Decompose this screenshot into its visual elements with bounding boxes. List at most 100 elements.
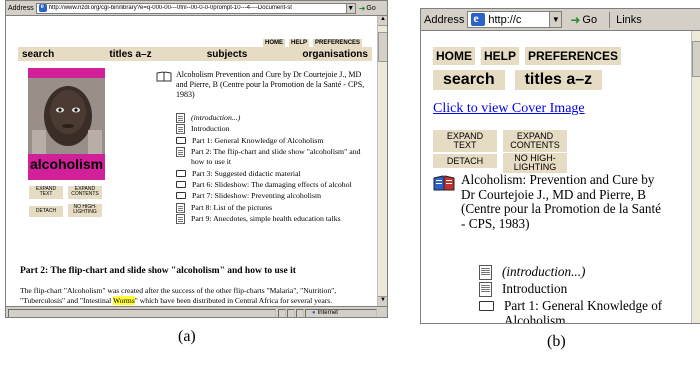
expand-text-button-b[interactable]: EXPAND TEXT [433,130,497,152]
toc-item-label: Part 2: The flip-chart and slide show "a… [191,147,361,167]
top-links-b: HOME HELP PREFERENCES [433,47,622,65]
book-title-b: Alcoholism: Prevention and Cure by Dr Co… [461,172,661,231]
toc-item-label: Part 9: Anecdotes, simple health educati… [191,214,341,224]
help-link[interactable]: HELP [289,39,310,47]
open-book-icon-b [433,175,455,191]
nav-tab-search-b[interactable]: search [433,70,505,90]
scroll-up-arrow[interactable]: ▲ [378,16,387,26]
status-pane-3 [296,308,304,317]
address-bar: Address http://www.nzdl.org/cgi-bin/libr… [6,1,387,16]
go-arrow-icon: ➜ [358,3,366,13]
detach-button[interactable]: DETACH [29,206,63,217]
top-links: HOME HELP PREFERENCES [263,39,363,47]
document-icon [176,113,185,123]
navigation-bar-b: search titles a–z [433,70,603,90]
toc-item[interactable]: Part 7: Slideshow: Preventing alcoholism [176,191,372,201]
cover-image[interactable]: alcoholism [28,68,105,180]
status-bar: ● Internet [6,306,387,317]
search-highlight: Worms [113,296,135,305]
toc-item-label: Part 1: General Knowledge of Alcoholism [192,135,324,145]
toc-item[interactable]: Part 1: General Knowledge of Alcoholism [479,298,689,323]
no-highlighting-line2: LIGHTING [73,209,97,216]
toc-item[interactable]: Introduction [176,124,372,135]
folder-icon [176,169,186,177]
panel-b-screenshot: Address http://c ▼ ➜ Go Links HOME HELP … [420,8,700,324]
navigation-bar: search titles a–z subjects organisations [18,47,372,61]
links-label[interactable]: Links [616,14,642,26]
globe-icon: ● [312,310,316,316]
expand-text-button[interactable]: EXPAND TEXT [29,186,63,199]
address-label: Address [8,4,34,12]
url-field-b[interactable]: http://c ▼ [467,11,563,28]
vertical-scrollbar-b[interactable] [691,31,700,323]
folder-icon [176,136,186,144]
toc-item-label: (introduction...) [191,113,241,122]
toc-item-label: (introduction...) [502,264,586,279]
preferences-link-b[interactable]: PREFERENCES [525,47,622,65]
expand-contents-line2-b: CONTENTS [510,140,560,151]
expand-contents-line2: CONTENTS [71,191,99,198]
no-highlighting-button-b[interactable]: NO HIGH- LIGHTING [503,153,567,173]
toc-item[interactable]: (introduction...) [176,113,372,123]
go-arrow-icon-b: ➜ [570,12,581,27]
detach-button-b[interactable]: DETACH [433,154,497,168]
nav-tab-search[interactable]: search [22,49,54,60]
go-button[interactable]: ➜ Go [359,4,376,13]
url-field[interactable]: http://www.nzdl.org/cgi-bin/library?e=q-… [35,2,356,14]
nav-tab-titles-b[interactable]: titles a–z [514,70,603,90]
toc-item[interactable]: Part 2: The flip-chart and slide show "a… [176,147,372,167]
scroll-thumb-b[interactable] [692,41,700,77]
document-icon [176,124,185,135]
ie-page-icon-b [471,12,486,26]
ie-page-icon [38,4,47,12]
section-heading: Part 2: The flip-chart and slide show "a… [20,266,296,276]
document-icon [176,147,185,158]
url-dropdown-button[interactable]: ▼ [345,3,355,13]
document-icon [176,214,185,225]
caption-a: (a) [178,328,196,345]
preferences-link[interactable]: PREFERENCES [313,39,363,47]
expand-text-line2: TEXT [39,191,53,198]
help-link-b[interactable]: HELP [481,47,520,65]
toc-item-label: Part 3: Suggested didactic material [192,168,301,178]
toc-item[interactable]: Introduction [479,281,689,297]
nav-tab-subjects[interactable]: subjects [207,49,248,60]
status-pane-main [8,308,276,317]
toc-item[interactable]: (introduction...) [479,264,689,280]
expand-text-line2-b: TEXT [453,140,477,151]
document-icon [176,202,185,213]
nav-tab-titles[interactable]: titles a–z [109,49,151,60]
address-label-b: Address [424,13,465,26]
cover-image-link[interactable]: Click to view Cover Image [433,101,585,117]
home-link-b[interactable]: HOME [433,47,475,65]
document-icon [479,282,492,297]
expand-contents-button[interactable]: EXPAND CONTENTS [68,186,102,199]
caption-b: (b) [547,333,566,350]
url-text: http://www.nzdl.org/cgi-bin/library?e=q-… [48,5,292,11]
toc-item[interactable]: Part 1: General Knowledge of Alcoholism [176,136,372,146]
toc-item[interactable]: Part 9: Anecdotes, simple health educati… [176,214,372,225]
go-button-b[interactable]: ➜ Go [570,13,597,27]
home-link[interactable]: HOME [263,39,285,47]
toc-item-label: Part 6: Slideshow: The damaging effects … [192,179,352,189]
nav-tab-organisations[interactable]: organisations [302,49,368,60]
toc-item[interactable]: Part 3: Suggested didactic material [176,169,372,179]
scroll-down-arrow[interactable]: ▼ [378,296,387,306]
open-book-icon [156,71,172,82]
toc-item-label: Introduction [191,124,230,134]
expand-contents-button-b[interactable]: EXPAND CONTENTS [503,130,567,152]
vertical-scrollbar[interactable]: ▲ ▼ [377,16,387,306]
toc-item[interactable]: Part 6: Slideshow: The damaging effects … [176,180,372,190]
book-entry-b[interactable]: Alcoholism: Prevention and Cure by Dr Co… [433,172,688,231]
toc-item-label: Part 8: List of the pictures [191,202,273,212]
document-icon [479,265,492,280]
toc-item-label: Introduction [502,281,568,296]
url-dropdown-button-b[interactable]: ▼ [549,12,562,27]
status-pane-1 [278,308,286,317]
scroll-thumb[interactable] [378,32,387,62]
no-highlighting-button[interactable]: NO HIGH- LIGHTING [68,204,102,217]
zone-label: Internet [317,310,338,316]
book-entry[interactable]: Alcoholism Prevention and Cure by Dr Cou… [156,70,370,100]
toc-item[interactable]: Part 8: List of the pictures [176,202,372,213]
folder-icon [176,180,186,188]
